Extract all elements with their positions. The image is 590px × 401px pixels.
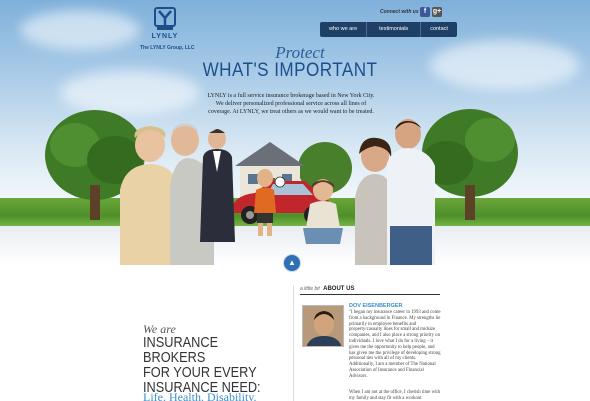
facebook-icon[interactable]: f <box>420 7 430 17</box>
google-plus-icon[interactable]: g+ <box>432 7 442 17</box>
profile-bio: "I began my insurance career in 1993 and… <box>349 310 441 379</box>
insurance-brokers-heading: INSURANCE BROKERS FOR YOUR EVERY INSURAN… <box>143 335 271 395</box>
cloud <box>430 40 580 90</box>
girl-sitting-illustration <box>303 179 343 244</box>
profile-name: DOV EISENBERGER <box>349 303 403 309</box>
about-small-label: a little bit <box>300 286 320 292</box>
coverage-tagline: Life. Health. Disability. <box>143 390 257 401</box>
column-divider <box>293 285 294 401</box>
company-tagline: The LYNLY Group, LLC <box>140 45 195 51</box>
portrait-illustration <box>303 306 343 346</box>
hero-headline: WHAT'S IMPORTANT <box>202 60 378 81</box>
main-nav: who we are testimonials contact <box>320 22 457 37</box>
logo-wordmark: LYNLY <box>151 33 179 40</box>
about-big-label: ABOUT US <box>323 286 355 292</box>
heading-line: INSURANCE BROKERS <box>143 334 219 366</box>
nav-who-we-are[interactable]: who we are <box>320 22 368 37</box>
profile-photo <box>302 305 344 347</box>
boy-soccer-illustration <box>254 169 285 236</box>
logo[interactable]: LYNLY <box>140 6 190 40</box>
businessman-illustration <box>200 129 235 242</box>
hero-intro-text: LYNLY is a full service insurance broker… <box>207 93 375 115</box>
young-couple-illustration <box>355 119 435 265</box>
lynly-logo-icon <box>154 7 176 30</box>
nav-contact[interactable]: contact <box>421 22 457 37</box>
about-us-heading: a little bit ABOUT US <box>300 286 440 295</box>
hero-banner: LYNLY The LYNLY Group, LLC Connect with … <box>0 0 590 265</box>
nav-testimonials[interactable]: testimonials <box>367 22 422 37</box>
heading-line: FOR YOUR EVERY <box>143 364 257 381</box>
scroll-down-button[interactable]: ▲ <box>283 254 301 272</box>
cloud <box>20 10 140 50</box>
profile-bio-continued: When I am not at the office, I cherish t… <box>349 390 441 401</box>
chevron-up-icon: ▲ <box>288 258 296 267</box>
